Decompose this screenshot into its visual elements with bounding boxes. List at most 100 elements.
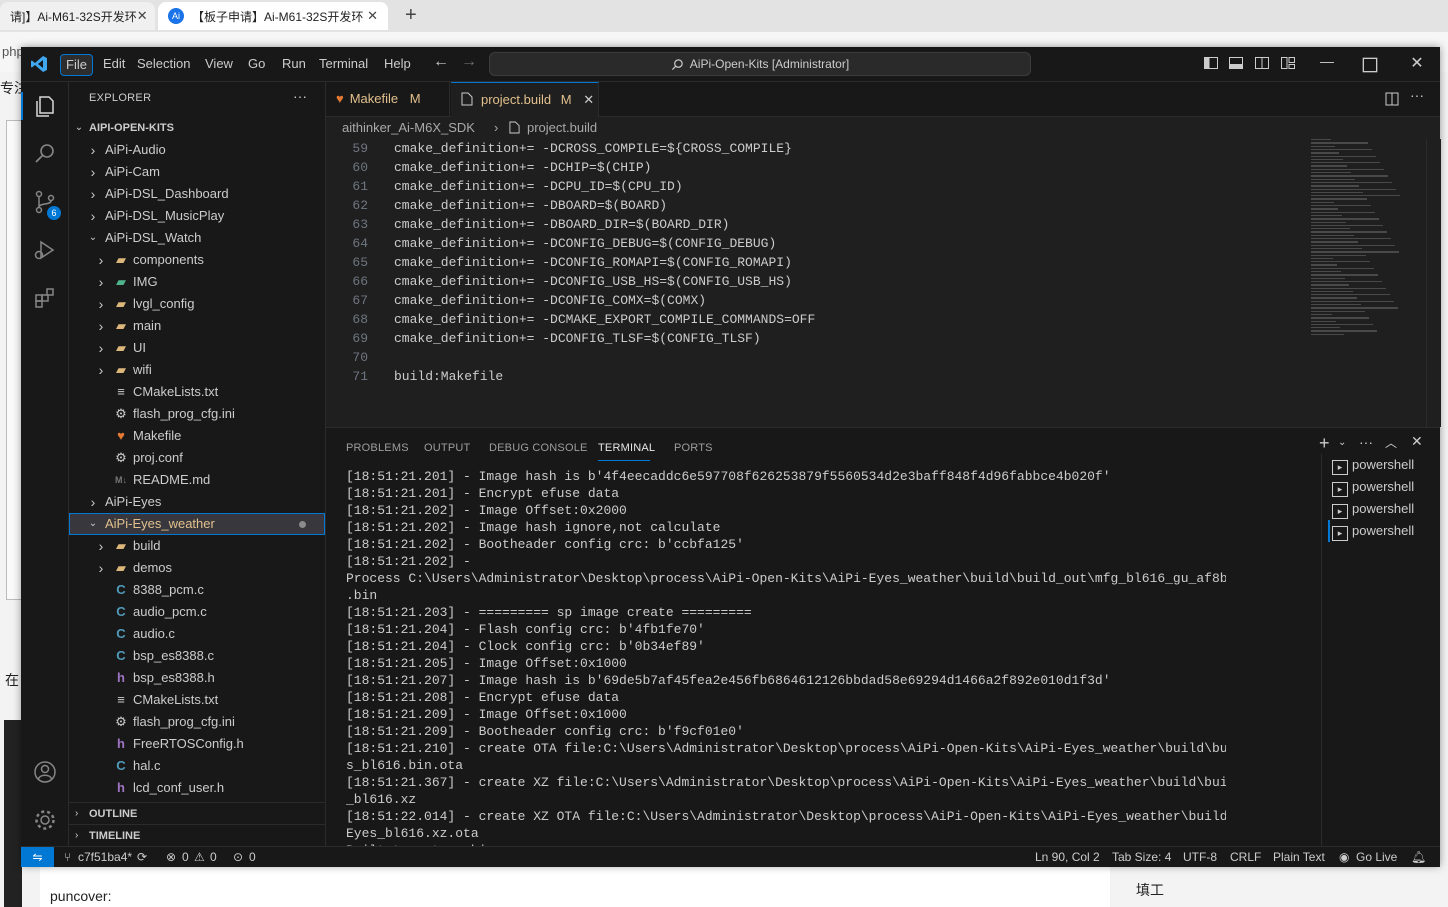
- tab-makefile[interactable]: ♥ Makefile M: [326, 82, 450, 116]
- ports-count[interactable]: 0: [249, 847, 256, 867]
- new-tab-button[interactable]: +: [405, 4, 417, 27]
- terminal-list-item[interactable]: ▸ powershell: [1328, 520, 1414, 542]
- menu-selection[interactable]: Selection: [132, 54, 195, 74]
- tree-item[interactable]: Chal.c: [69, 755, 325, 777]
- explorer-root[interactable]: ⌄ AIPI-OPEN-KITS: [69, 117, 325, 139]
- close-tab-icon[interactable]: ✕: [583, 92, 594, 107]
- tree-item[interactable]: C 8388_pcm.c: [69, 579, 325, 601]
- tree-item[interactable]: › ▰ IMG: [69, 271, 325, 293]
- tree-item[interactable]: › AiPi-DSL_MusicPlay: [69, 205, 325, 227]
- terminal-list-item[interactable]: ▸ powershell: [1332, 454, 1414, 476]
- warning-count[interactable]: 0: [210, 847, 217, 867]
- tab-terminal[interactable]: TERMINAL: [598, 442, 655, 454]
- menu-edit[interactable]: Edit: [98, 54, 130, 74]
- menu-file[interactable]: File: [60, 54, 93, 76]
- code-editor[interactable]: 59 cmake_definition+= -DCROSS_COMPILE=${C…: [326, 139, 1326, 426]
- browser-tab[interactable]: 请]】Ai-M61-32S开发环 ✕: [0, 2, 155, 30]
- line-ending[interactable]: CRLF: [1230, 847, 1261, 867]
- cursor-position[interactable]: Ln 90, Col 2: [1035, 847, 1100, 867]
- tree-item[interactable]: Caudio.c: [69, 623, 325, 645]
- tree-item[interactable]: › ▰ demos: [69, 557, 325, 579]
- toggle-sidebar-icon[interactable]: [1203, 55, 1219, 71]
- tree-item[interactable]: ⚙ flash_prog_cfg.ini: [69, 403, 325, 425]
- breadcrumb-file[interactable]: project.build: [527, 117, 597, 139]
- browser-tab-active[interactable]: Ai 【板子申请】Ai-M61-32S开发环 ✕: [158, 2, 388, 30]
- menu-terminal[interactable]: Terminal: [314, 54, 373, 74]
- terminal-list-item[interactable]: ▸ powershell: [1332, 498, 1414, 520]
- gear-icon[interactable]: [32, 807, 58, 833]
- timeline-section[interactable]: › TIMELINE: [69, 824, 325, 846]
- tree-item[interactable]: ⌄ AiPi-Eyes_weather: [69, 513, 325, 535]
- tree-item[interactable]: ⌄ AiPi-DSL_Watch: [69, 227, 325, 249]
- tab-debug-console[interactable]: DEBUG CONSOLE: [489, 442, 588, 454]
- tree-item[interactable]: › ▰ build: [69, 535, 325, 557]
- encoding[interactable]: UTF-8: [1183, 847, 1217, 867]
- tree-item[interactable]: › AiPi-Audio: [69, 139, 325, 161]
- menu-help[interactable]: Help: [379, 54, 416, 74]
- search-icon[interactable]: [32, 141, 58, 167]
- command-center[interactable]: AiPi-Open-Kits [Administrator]: [489, 52, 1031, 76]
- tree-item[interactable]: › ▰ UI: [69, 337, 325, 359]
- language-mode[interactable]: Plain Text: [1273, 847, 1325, 867]
- tree-item[interactable]: ⚙ flash_prog_cfg.ini: [69, 711, 325, 733]
- tree-item[interactable]: › ▰ components: [69, 249, 325, 271]
- error-count[interactable]: 0: [182, 847, 189, 867]
- tree-item[interactable]: ⚙ proj.conf: [69, 447, 325, 469]
- back-arrow-icon[interactable]: ←: [433, 53, 449, 71]
- tab-project-build[interactable]: project.build M ✕: [451, 82, 599, 117]
- menu-view[interactable]: View: [200, 54, 238, 74]
- extensions-icon[interactable]: [32, 285, 58, 311]
- chevron-down-icon[interactable]: ⌄: [1338, 437, 1346, 448]
- tree-item[interactable]: ≡ CMakeLists.txt: [69, 381, 325, 403]
- close-window-button[interactable]: ✕: [1407, 53, 1427, 73]
- tree-item[interactable]: › ▰ lvgl_config: [69, 293, 325, 315]
- tree-item[interactable]: h bsp_es8388.h: [69, 667, 325, 689]
- bell-icon[interactable]: 🔔︎: [1411, 847, 1426, 867]
- maximize-icon[interactable]: [1362, 57, 1378, 73]
- breadcrumb-folder[interactable]: aithinker_Ai-M6X_SDK: [342, 117, 475, 139]
- menu-run[interactable]: Run: [277, 54, 311, 74]
- remote-indicator[interactable]: ⇋: [21, 847, 54, 867]
- tree-item[interactable]: › AiPi-Eyes: [69, 491, 325, 513]
- maximize-panel-icon[interactable]: ︿: [1385, 434, 1397, 451]
- new-terminal-icon[interactable]: +: [1319, 433, 1330, 454]
- tree-item[interactable]: › ▰ main: [69, 315, 325, 337]
- tab-size[interactable]: Tab Size: 4: [1112, 847, 1171, 867]
- menu-go[interactable]: Go: [243, 54, 270, 74]
- tab-output[interactable]: OUTPUT: [424, 442, 470, 454]
- minimap[interactable]: [1311, 139, 1431, 369]
- split-editor-icon[interactable]: [1385, 92, 1399, 106]
- terminal-list-item[interactable]: ▸ powershell: [1332, 476, 1414, 498]
- branch-name[interactable]: c7f51ba4*: [78, 847, 132, 867]
- explorer-icon[interactable]: [32, 93, 58, 119]
- tree-item[interactable]: › AiPi-Cam: [69, 161, 325, 183]
- outline-section[interactable]: › OUTLINE: [69, 802, 325, 825]
- close-icon[interactable]: ✕: [367, 8, 378, 24]
- accounts-icon[interactable]: [32, 759, 58, 785]
- customize-layout-icon[interactable]: [1280, 55, 1296, 71]
- tree-item[interactable]: Cbsp_es8388.c: [69, 645, 325, 667]
- forward-arrow-icon[interactable]: →: [461, 53, 477, 71]
- tree-item[interactable]: ♥ Makefile: [69, 425, 325, 447]
- editor-scrollbar[interactable]: [1426, 139, 1441, 427]
- tree-item[interactable]: › ▰ wifi: [69, 359, 325, 381]
- tab-ports[interactable]: PORTS: [674, 442, 713, 454]
- close-icon[interactable]: ✕: [137, 8, 148, 24]
- sync-icon[interactable]: ⟳: [137, 847, 147, 867]
- editor-more-button[interactable]: ···: [1410, 87, 1424, 103]
- tree-item[interactable]: › AiPi-DSL_Dashboard: [69, 183, 325, 205]
- tab-problems[interactable]: PROBLEMS: [346, 442, 409, 454]
- explorer-more-button[interactable]: ···: [293, 88, 307, 104]
- tree-item[interactable]: h lcd_conf_user.h: [69, 777, 325, 799]
- toggle-secondary-sidebar-icon[interactable]: [1254, 55, 1270, 71]
- go-live-button[interactable]: Go Live: [1356, 847, 1397, 867]
- close-panel-icon[interactable]: ✕: [1411, 433, 1423, 450]
- tree-item[interactable]: ≡ CMakeLists.txt: [69, 689, 325, 711]
- tree-item[interactable]: Caudio_pcm.c: [69, 601, 325, 623]
- tree-item[interactable]: M↓ README.md: [69, 469, 325, 491]
- run-debug-icon[interactable]: [32, 237, 58, 263]
- terminal-output[interactable]: [18:51:21.201] - Image hash is b'4f4eeca…: [346, 468, 1226, 848]
- tree-item[interactable]: h FreeRTOSConfig.h: [69, 733, 325, 755]
- toggle-panel-icon[interactable]: [1228, 55, 1244, 71]
- panel-more-button[interactable]: ···: [1359, 434, 1373, 450]
